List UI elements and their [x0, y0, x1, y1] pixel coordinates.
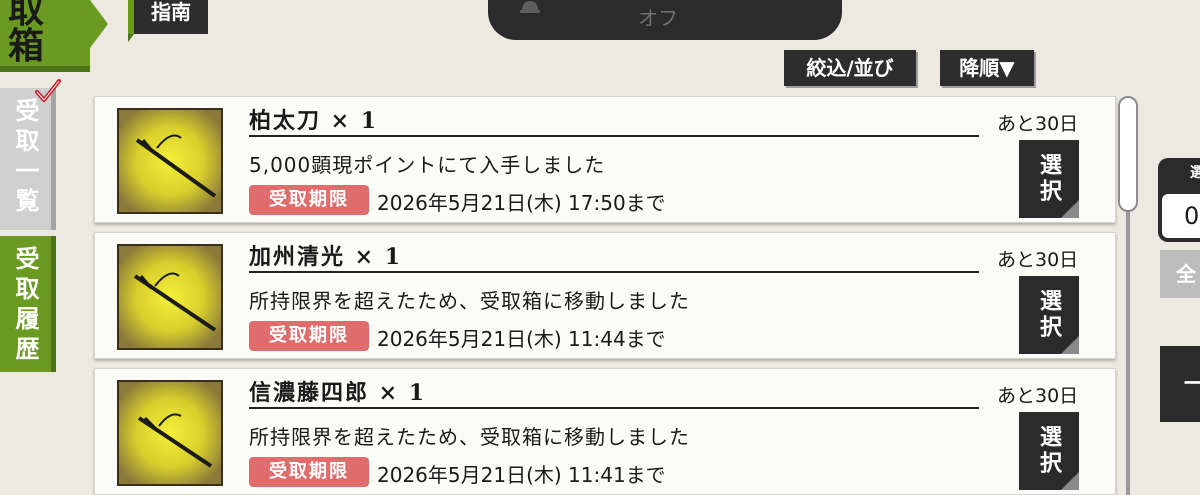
list-scrollbar[interactable] [1118, 96, 1138, 495]
bulk-receive-button[interactable]: 一 [1160, 346, 1200, 422]
remaining-days: あと30日 [997, 249, 1079, 271]
select-button[interactable]: 選択 [1019, 276, 1079, 354]
deadline-badge: 受取期限 [249, 457, 369, 487]
item-description: 5,000顕現ポイントにて入手しました [249, 153, 606, 177]
deadline-text: 2026年5月21日(木) 11:41まで [377, 463, 666, 487]
item-name: 加州清光 × 1 [249, 244, 403, 270]
deadline-text: 2026年5月21日(木) 17:50まで [377, 191, 666, 215]
filter-sort-button[interactable]: 絞込/並び [784, 50, 916, 86]
selection-count-value: 0 [1162, 194, 1200, 238]
deadline-badge: 受取期限 [249, 321, 369, 351]
list-item: 信濃藤四郎 × 1 所持限界を超えたため、受取箱に移動しました 受取期限 202… [94, 368, 1116, 495]
selection-count-label: 選 [1190, 165, 1200, 181]
tab-received-list-label: 受取一覧 [11, 98, 40, 218]
item-name: 信濃藤四郎 × 1 [249, 380, 427, 406]
notification-status: オフ [638, 6, 678, 30]
divider [249, 135, 979, 137]
select-button[interactable]: 選択 [1019, 412, 1079, 490]
check-icon [34, 78, 62, 108]
select-all-button[interactable]: 全 [1160, 250, 1200, 298]
scrollbar-thumb[interactable] [1118, 96, 1138, 212]
deadline-text: 2026年5月21日(木) 11:44まで [377, 327, 666, 351]
select-button[interactable]: 選択 [1019, 140, 1079, 218]
scrollbar-track [1126, 206, 1130, 495]
notification-pill[interactable]: オフ [488, 0, 842, 40]
sort-order-button[interactable]: 降順▼ [940, 50, 1034, 86]
item-name: 柏太刀 × 1 [249, 108, 379, 134]
item-list: 柏太刀 × 1 5,000顕現ポイントにて入手しました 受取期限 2026年5月… [92, 96, 1118, 495]
divider [249, 271, 979, 273]
list-item: 柏太刀 × 1 5,000顕現ポイントにて入手しました 受取期限 2026年5月… [94, 96, 1116, 223]
tab-received-history[interactable]: 受取履歴 [0, 236, 56, 372]
title-tab: 取箱 [0, 0, 108, 72]
item-thumbnail [117, 108, 223, 214]
divider [249, 407, 979, 409]
remaining-days: あと30日 [997, 385, 1079, 407]
item-description: 所持限界を超えたため、受取箱に移動しました [249, 425, 690, 449]
deadline-badge: 受取期限 [249, 185, 369, 215]
item-thumbnail [117, 244, 223, 350]
item-thumbnail [117, 380, 223, 486]
item-description: 所持限界を超えたため、受取箱に移動しました [249, 289, 690, 313]
remaining-days: あと30日 [997, 113, 1079, 135]
guide-button[interactable]: 指南 [128, 0, 208, 42]
tab-received-list[interactable]: 受取一覧 [0, 88, 56, 230]
tab-received-history-label: 受取履歴 [11, 246, 40, 366]
page-title: 取箱 [8, 0, 45, 67]
bell-icon [518, 0, 542, 17]
list-item: 加州清光 × 1 所持限界を超えたため、受取箱に移動しました 受取期限 2026… [94, 232, 1116, 359]
